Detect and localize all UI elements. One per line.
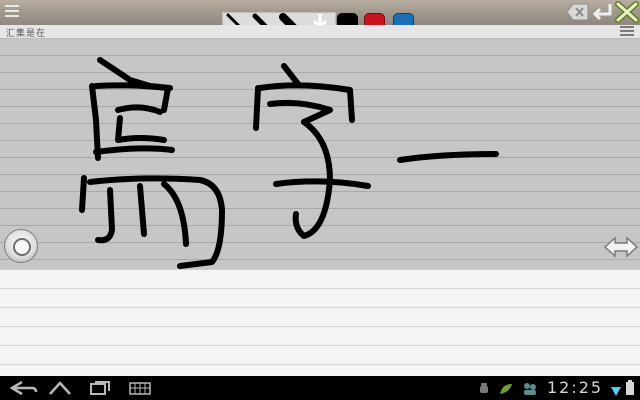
handwriting-strokes xyxy=(79,57,499,269)
recent-apps-icon[interactable] xyxy=(88,380,112,400)
hamburger-menu-icon[interactable] xyxy=(619,25,635,37)
top-toolbar xyxy=(0,0,640,38)
system-bar: 12:25 xyxy=(0,376,640,400)
back-icon[interactable] xyxy=(8,380,38,400)
hamburger-menu-icon[interactable] xyxy=(4,4,20,18)
close-icon[interactable] xyxy=(615,1,639,27)
wifi-icon xyxy=(610,382,622,400)
backspace-icon[interactable] xyxy=(566,2,590,26)
handwriting-pad[interactable] xyxy=(0,39,640,269)
horizontal-arrows-icon[interactable] xyxy=(603,235,639,263)
battery-icon xyxy=(626,380,634,400)
circle-button-icon[interactable] xyxy=(4,229,38,263)
people-icon xyxy=(522,381,538,400)
text-preview-bar[interactable]: 汇集是在 xyxy=(0,25,640,39)
android-debug-icon xyxy=(478,381,490,400)
enter-icon[interactable] xyxy=(592,2,614,26)
notes-area[interactable] xyxy=(0,269,640,376)
preview-text: 汇集是在 xyxy=(6,29,47,39)
leaf-icon xyxy=(498,381,514,400)
keyboard-icon[interactable] xyxy=(128,380,152,400)
home-icon[interactable] xyxy=(48,380,72,400)
clock[interactable]: 12:25 xyxy=(547,378,603,397)
